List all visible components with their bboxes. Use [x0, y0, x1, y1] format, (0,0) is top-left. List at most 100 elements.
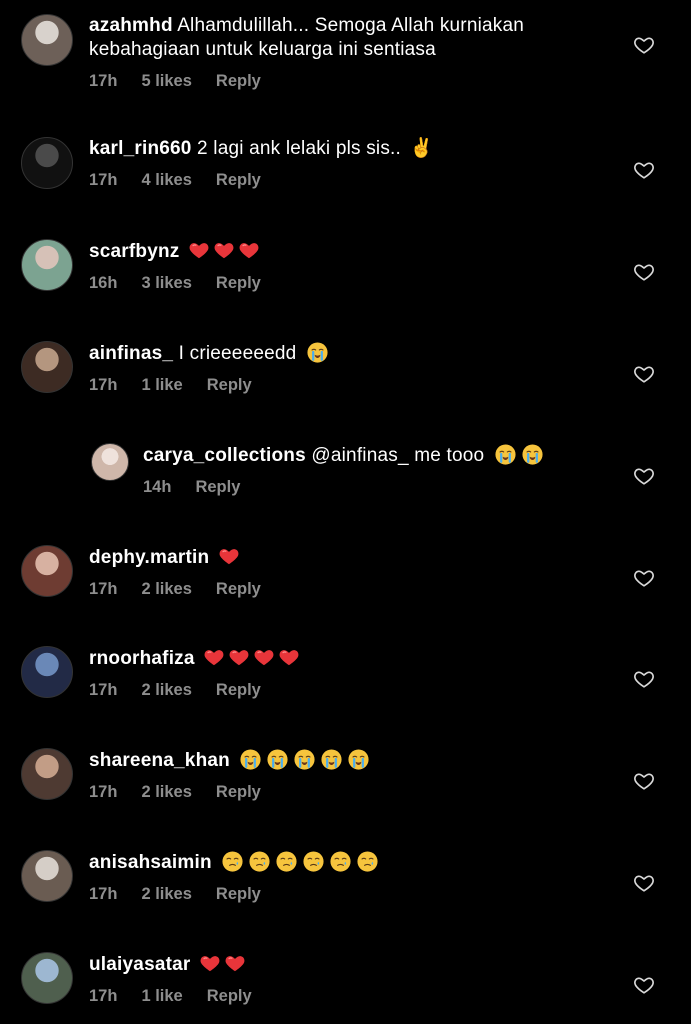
crying-emoji [303, 851, 324, 872]
timestamp: 17h [89, 580, 118, 598]
like-button[interactable] [631, 768, 657, 794]
reply-button[interactable]: Reply [216, 783, 261, 802]
likes-count[interactable]: 4 likes [141, 171, 191, 190]
loudly-crying-emoji [522, 444, 543, 465]
like-button[interactable] [631, 157, 657, 183]
loudly-crying-emoji [267, 749, 288, 770]
avatar[interactable] [21, 646, 73, 698]
comment-meta: 17h 2 likes Reply [89, 885, 611, 904]
loudly-crying-emoji [495, 444, 516, 465]
username[interactable]: carya_collections [143, 445, 306, 466]
comment-content: carya_collections @ainfinas_ me tooo [143, 443, 611, 468]
comment-content: ulaiyasatar [89, 952, 611, 977]
like-button[interactable] [631, 463, 657, 489]
comment-meta: 17h 4 likes Reply [89, 171, 611, 190]
avatar[interactable] [21, 239, 73, 291]
likes-count[interactable]: 1 like [141, 376, 182, 395]
reply-button[interactable]: Reply [216, 681, 261, 700]
red-heart-emoji [189, 243, 209, 259]
like-button[interactable] [631, 870, 657, 896]
red-heart-emoji [229, 650, 249, 666]
timestamp: 17h [89, 681, 118, 699]
comment-content: scarfbynz [89, 239, 611, 264]
timestamp: 17h [89, 783, 118, 801]
username[interactable]: shareena_khan [89, 750, 230, 771]
username[interactable]: karl_rin660 [89, 138, 192, 159]
avatar[interactable] [21, 748, 73, 800]
crying-emoji [357, 851, 378, 872]
victory-hand-emoji: ✌️ [409, 138, 434, 159]
reply-button[interactable]: Reply [216, 580, 261, 599]
heart-outline-icon [634, 570, 654, 587]
timestamp: 17h [89, 72, 118, 90]
avatar[interactable] [21, 850, 73, 902]
username[interactable]: ulaiyasatar [89, 954, 191, 975]
like-button[interactable] [631, 972, 657, 998]
avatar[interactable] [21, 341, 73, 393]
reply-button[interactable]: Reply [207, 376, 252, 395]
avatar[interactable] [21, 952, 73, 1004]
username[interactable]: ainfinas_ [89, 343, 173, 364]
loudly-crying-emoji [294, 749, 315, 770]
heart-outline-icon [634, 875, 654, 892]
likes-count[interactable]: 2 likes [141, 885, 191, 904]
timestamp: 17h [89, 171, 118, 189]
red-heart-emoji [204, 650, 224, 666]
comment-content: anisahsaimin [89, 850, 611, 875]
username[interactable]: dephy.martin [89, 547, 209, 568]
username[interactable]: scarfbynz [89, 241, 180, 262]
likes-count[interactable]: 2 likes [141, 580, 191, 599]
heart-outline-icon [634, 671, 654, 688]
likes-count[interactable]: 5 likes [141, 72, 191, 91]
reply-button[interactable]: Reply [216, 274, 261, 293]
like-button[interactable] [631, 259, 657, 285]
comment-content: karl_rin660 2 lagi ank lelaki pls sis.. … [89, 137, 611, 161]
avatar[interactable] [91, 443, 129, 481]
avatar[interactable] [21, 137, 73, 189]
red-heart-emoji [219, 549, 239, 565]
username[interactable]: azahmhd [89, 15, 173, 36]
likes-count[interactable]: 2 likes [141, 681, 191, 700]
timestamp: 17h [89, 987, 118, 1005]
like-button[interactable] [631, 32, 657, 58]
red-heart-emoji [214, 243, 234, 259]
avatar[interactable] [21, 14, 73, 66]
red-heart-emoji [225, 956, 245, 972]
crying-emoji [222, 851, 243, 872]
red-heart-emoji [279, 650, 299, 666]
comment-meta: 17h 1 like Reply [89, 376, 611, 395]
comment-meta: 17h 2 likes Reply [89, 783, 611, 802]
reply-button[interactable]: Reply [216, 171, 261, 190]
avatar[interactable] [21, 545, 73, 597]
username[interactable]: rnoorhafiza [89, 648, 195, 669]
loudly-crying-emoji [321, 749, 342, 770]
heart-outline-icon [634, 264, 654, 281]
comment-content: shareena_khan [89, 748, 611, 773]
reply-button[interactable]: Reply [216, 885, 261, 904]
heart-outline-icon [634, 162, 654, 179]
comment-content: dephy.martin [89, 545, 611, 570]
like-button[interactable] [631, 565, 657, 591]
username[interactable]: anisahsaimin [89, 852, 212, 873]
comment-meta: 17h 1 like Reply [89, 987, 611, 1006]
red-heart-emoji [200, 956, 220, 972]
timestamp: 17h [89, 376, 118, 394]
reply-button[interactable]: Reply [195, 478, 240, 497]
heart-outline-icon [634, 773, 654, 790]
reply-button[interactable]: Reply [207, 987, 252, 1006]
comment-meta: 14h Reply [143, 478, 611, 497]
comment-text: 2 lagi ank lelaki pls sis.. [197, 138, 407, 159]
red-heart-emoji [254, 650, 274, 666]
comment-text: I crieeeeeedd [178, 343, 302, 364]
reply-button[interactable]: Reply [216, 72, 261, 91]
likes-count[interactable]: 1 like [141, 987, 182, 1006]
loudly-crying-emoji [240, 749, 261, 770]
comment-content: azahmhd Alhamdulillah... Semoga Allah ku… [89, 14, 611, 62]
heart-outline-icon [634, 977, 654, 994]
likes-count[interactable]: 2 likes [141, 783, 191, 802]
comment-content: ainfinas_ I crieeeeeedd [89, 341, 611, 366]
heart-outline-icon [634, 37, 654, 54]
like-button[interactable] [631, 361, 657, 387]
like-button[interactable] [631, 666, 657, 692]
likes-count[interactable]: 3 likes [141, 274, 191, 293]
